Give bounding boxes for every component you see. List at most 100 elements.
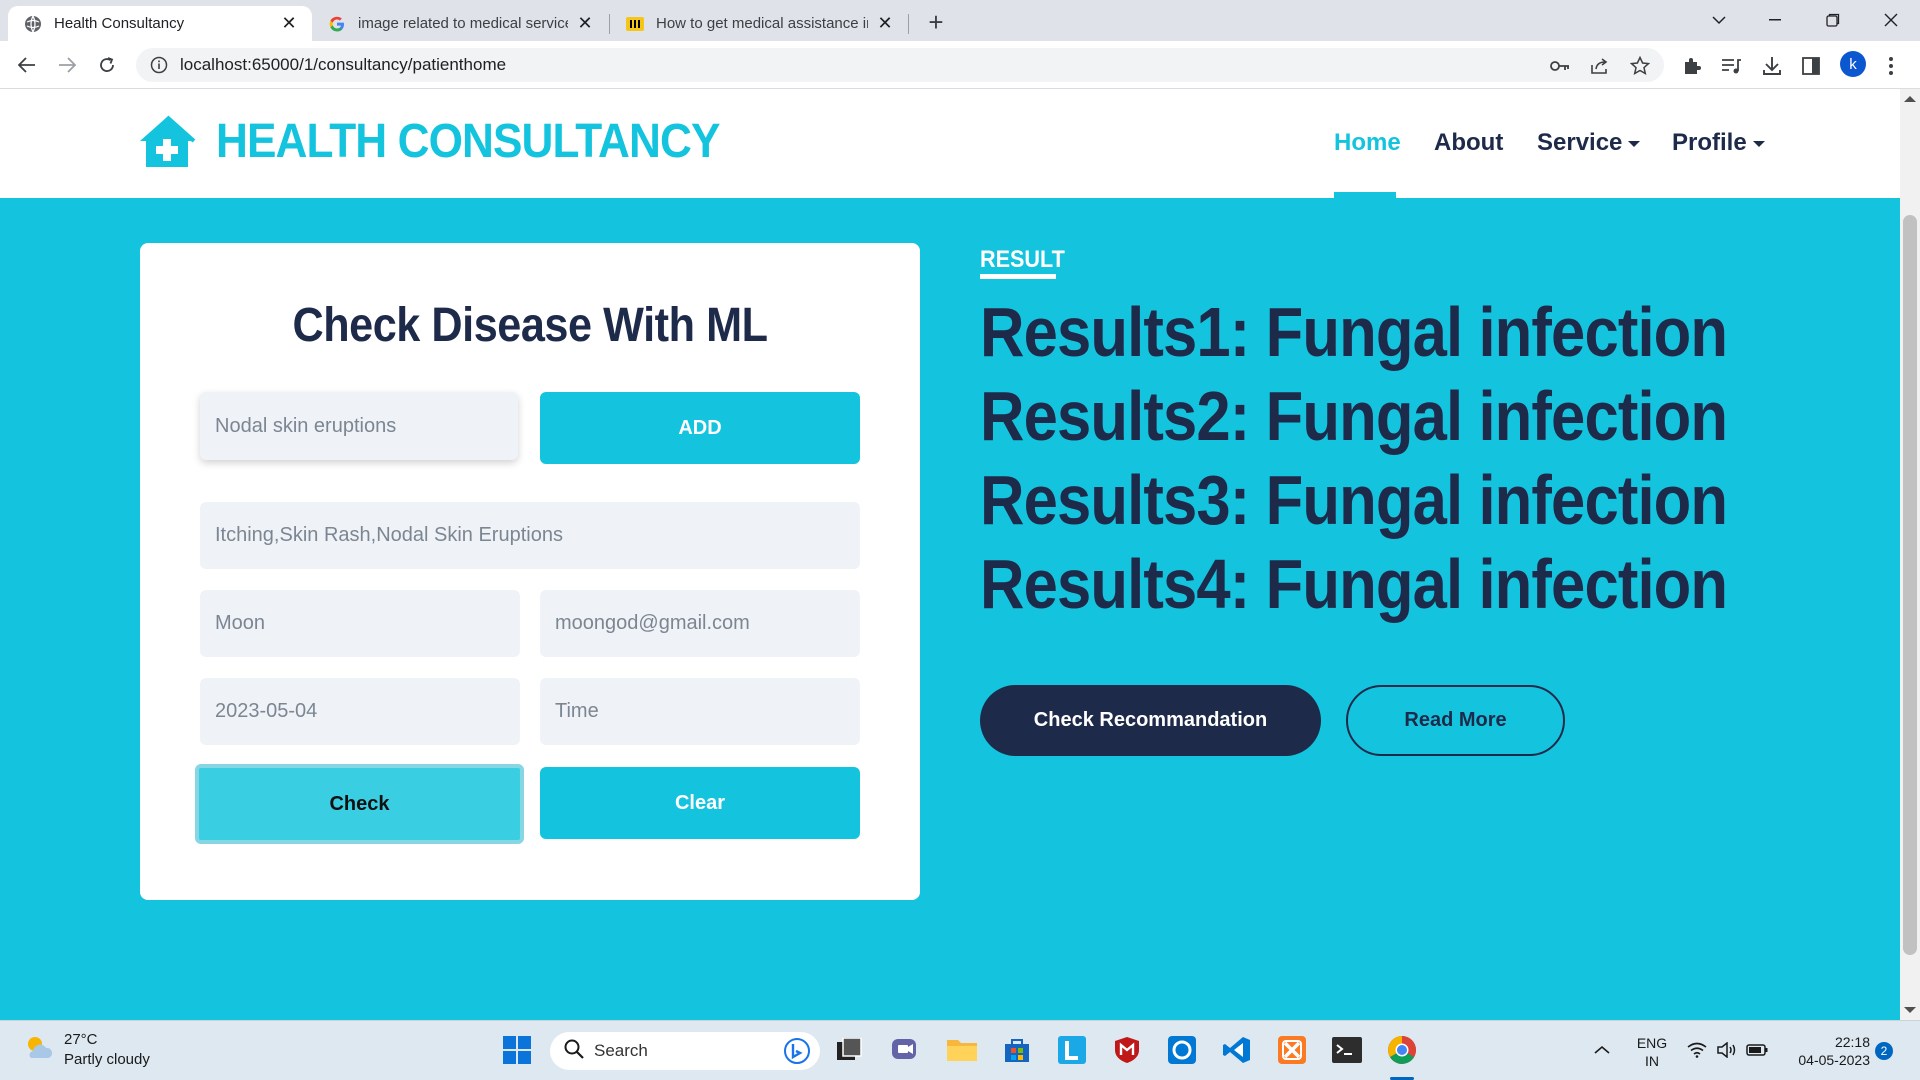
date-field[interactable]: 2023-05-04 [200,678,520,745]
tab-image-search[interactable]: image related to medical services ✕ [312,6,608,41]
profile-avatar[interactable]: k [1840,51,1866,77]
browser-tab-bar: Health Consultancy ✕ image related to me… [0,0,1920,41]
tab-title: image related to medical services [358,15,568,32]
tab-health-consultancy[interactable]: Health Consultancy ✕ [8,6,312,41]
site-info-icon[interactable] [150,56,168,74]
google-icon [328,15,346,33]
nav-service-dropdown[interactable]: Service [1537,129,1641,157]
caret-down-icon [1752,141,1765,147]
symptom-input[interactable]: Nodal skin eruptions [200,392,518,460]
caret-down-icon [1628,141,1641,147]
extensions-puzzle-icon[interactable] [1681,55,1703,77]
address-bar[interactable]: localhost:65000/1/consultancy/patienthom… [136,48,1664,82]
weather-temp: 27°C [64,1031,98,1048]
add-symptom-button[interactable]: ADD [540,392,860,464]
bookmark-star-icon[interactable] [1630,56,1650,76]
nav-home[interactable]: Home [1334,129,1401,157]
battery-icon[interactable] [1740,1033,1774,1067]
clock[interactable]: 22:18 04-05-2023 [1780,1033,1870,1069]
tab-medical-assistance[interactable]: How to get medical assistance in ✕ [610,6,908,41]
microsoft-store-icon[interactable] [1000,1033,1034,1067]
close-tab-icon[interactable]: ✕ [278,13,300,35]
weather-widget[interactable]: 27°C Partly cloudy [22,1030,150,1070]
email-field[interactable]: moongod@gmail.com [540,590,860,657]
nav-profile-label: Profile [1672,129,1747,156]
tab-divider [908,14,909,34]
scroll-down-arrow-icon[interactable] [1904,1007,1916,1013]
lang-top: ENG [1636,1035,1668,1051]
bing-icon[interactable] [784,1038,810,1069]
cortana-circle-icon[interactable] [1165,1033,1199,1067]
nav-about[interactable]: About [1434,129,1503,157]
side-panel-icon[interactable] [1800,55,1822,77]
tab-title: How to get medical assistance in [656,15,868,32]
forward-arrow-icon[interactable] [53,51,81,79]
window-close-icon[interactable] [1868,0,1914,40]
vscode-icon[interactable] [1220,1033,1254,1067]
url-text: localhost:65000/1/consultancy/patienthom… [180,55,507,74]
browser-toolbar: localhost:65000/1/consultancy/patienthom… [0,41,1920,89]
partly-cloudy-icon [22,1032,54,1069]
site-navbar: HEALTH CONSULTANCY Home About Service Pr… [0,89,1900,198]
form-title: Check Disease With ML [292,299,768,352]
tray-overflow-chevron-icon[interactable] [1585,1033,1619,1067]
media-queue-icon[interactable] [1720,55,1742,77]
search-icon [564,1039,584,1064]
minimize-icon[interactable] [1752,0,1798,40]
share-icon[interactable] [1590,56,1610,76]
lang-bottom: IN [1645,1053,1659,1069]
new-tab-plus-icon[interactable]: + [922,7,950,37]
result-line: Results3: Fungal infection [980,461,1728,539]
close-tab-icon[interactable]: ✕ [574,13,596,35]
file-explorer-icon[interactable] [945,1033,979,1067]
clear-button[interactable]: Clear [540,767,860,839]
windows-start-icon[interactable] [500,1033,534,1067]
read-more-button[interactable]: Read More [1346,685,1565,756]
check-button[interactable]: Check [195,764,524,844]
result-line: Results4: Fungal infection [980,545,1728,623]
windows-taskbar: 27°C Partly cloudy Search ENG IN 22:18 0… [0,1020,1920,1080]
volume-icon[interactable] [1710,1033,1744,1067]
result-line: Results1: Fungal infection [980,293,1728,371]
result-label: RESULT [980,246,1065,273]
xampp-icon[interactable] [1275,1033,1309,1067]
brand-logo-link[interactable]: HEALTH CONSULTANCY [138,114,763,169]
language-indicator[interactable]: ENG IN [1632,1034,1672,1070]
mcafee-shield-icon[interactable] [1110,1033,1144,1067]
chrome-icon[interactable] [1385,1033,1419,1067]
notification-badge[interactable]: 2 [1875,1042,1893,1060]
taskbar-search[interactable]: Search [550,1032,820,1070]
symptoms-list-field[interactable]: Itching,Skin Rash,Nodal Skin Eruptions [200,502,860,569]
imdb-style-icon [626,15,644,33]
check-recommendation-button[interactable]: Check Recommandation [980,685,1321,756]
wifi-icon[interactable] [1680,1033,1714,1067]
disease-check-card: Check Disease With ML Nodal skin eruptio… [140,243,920,900]
teams-chat-icon[interactable] [889,1033,923,1067]
nav-profile-dropdown[interactable]: Profile [1672,129,1765,157]
download-icon[interactable] [1761,55,1783,77]
house-medical-icon [138,115,196,169]
reload-icon[interactable] [93,51,121,79]
back-arrow-icon[interactable] [13,51,41,79]
task-view-icon[interactable] [833,1033,867,1067]
l-app-icon[interactable] [1055,1033,1089,1067]
nav-service-label: Service [1537,129,1623,156]
globe-icon [24,15,42,33]
time-field[interactable]: Time [540,678,860,745]
weather-desc: Partly cloudy [64,1051,150,1068]
clock-date: 04-05-2023 [1798,1052,1870,1068]
tab-title: Health Consultancy [54,15,185,32]
password-key-icon[interactable] [1550,56,1570,76]
terminal-icon[interactable] [1330,1033,1364,1067]
scrollbar-thumb[interactable] [1903,215,1917,955]
more-menu-icon[interactable] [1880,55,1902,77]
restore-icon[interactable] [1810,0,1856,40]
name-field[interactable]: Moon [200,590,520,657]
search-label: Search [594,1041,648,1060]
scroll-up-arrow-icon[interactable] [1904,96,1916,102]
tab-search-chevron-icon[interactable] [1696,0,1742,40]
result-label-underline [980,274,1056,279]
brand-name: HEALTH CONSULTANCY [216,115,720,168]
close-tab-icon[interactable]: ✕ [874,13,896,35]
clock-time: 22:18 [1834,1034,1870,1050]
